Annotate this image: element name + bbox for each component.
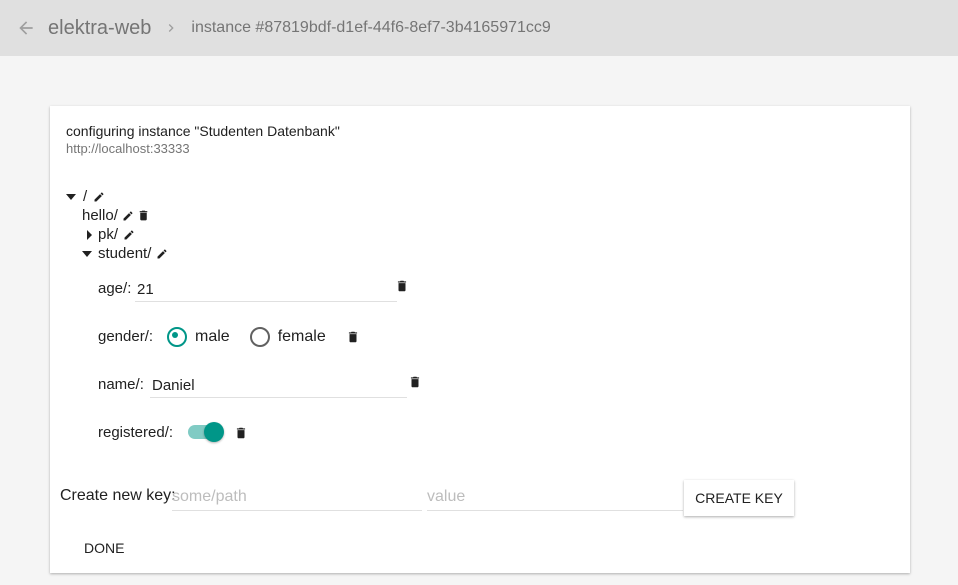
- instance-config-card: configuring instance "Studenten Datenban…: [50, 106, 910, 573]
- trash-icon[interactable]: [395, 279, 409, 293]
- new-key-value-input[interactable]: [427, 484, 683, 511]
- radio-female[interactable]: female: [249, 327, 326, 347]
- tree-item-root: /: [65, 188, 105, 205]
- card-subtitle: http://localhost:33333: [66, 141, 190, 156]
- trash-icon[interactable]: [346, 330, 360, 344]
- gender-label: gender/:: [98, 328, 154, 345]
- registered-toggle[interactable]: [188, 422, 224, 442]
- top-app-bar: elektra-web instance #87819bdf-d1ef-44f6…: [0, 0, 958, 56]
- trash-icon[interactable]: [234, 426, 248, 440]
- create-key-button[interactable]: CREATE KEY: [684, 480, 794, 516]
- radio-male-label: male: [195, 328, 230, 345]
- back-button[interactable]: [14, 16, 38, 40]
- card-title: configuring instance "Studenten Datenban…: [66, 123, 340, 139]
- pencil-icon[interactable]: [122, 210, 134, 222]
- chevron-right-icon: [163, 20, 179, 36]
- pencil-icon[interactable]: [123, 229, 135, 241]
- caret-down-icon[interactable]: [81, 248, 93, 260]
- tree-label-student: student/: [98, 245, 152, 262]
- done-button[interactable]: DONE: [72, 532, 136, 564]
- tree-label-pk: pk/: [98, 226, 119, 243]
- tree-label-root: /: [83, 188, 88, 205]
- toggle-thumb: [204, 422, 224, 442]
- create-key-label: Create new key:: [60, 487, 176, 504]
- trash-icon[interactable]: [137, 209, 150, 222]
- radio-male[interactable]: male: [167, 327, 230, 347]
- radio-checked-icon: [167, 327, 187, 347]
- trash-icon[interactable]: [408, 375, 422, 389]
- tree-item-pk: pk/: [83, 226, 135, 243]
- caret-right-icon[interactable]: [83, 229, 95, 241]
- tree-item-student: student/: [81, 245, 168, 262]
- tree-item-hello: hello/: [82, 207, 150, 224]
- registered-label: registered/:: [98, 424, 174, 441]
- name-input[interactable]: [150, 373, 407, 398]
- app-title-link[interactable]: elektra-web: [48, 17, 151, 40]
- pencil-icon[interactable]: [156, 248, 168, 260]
- breadcrumb-current: instance #87819bdf-d1ef-44f6-8ef7-3b4165…: [191, 19, 551, 36]
- name-label: name/:: [98, 376, 144, 393]
- new-key-path-input[interactable]: [172, 484, 422, 511]
- pencil-icon[interactable]: [93, 191, 105, 203]
- arrow-back-icon: [19, 21, 33, 35]
- tree-label-hello: hello/: [82, 207, 118, 224]
- age-input[interactable]: [135, 277, 397, 302]
- caret-down-icon[interactable]: [65, 191, 77, 203]
- age-label: age/:: [98, 280, 132, 297]
- radio-unchecked-icon: [249, 327, 270, 347]
- gender-radio-group: male female: [167, 327, 360, 347]
- radio-female-label: female: [277, 328, 326, 345]
